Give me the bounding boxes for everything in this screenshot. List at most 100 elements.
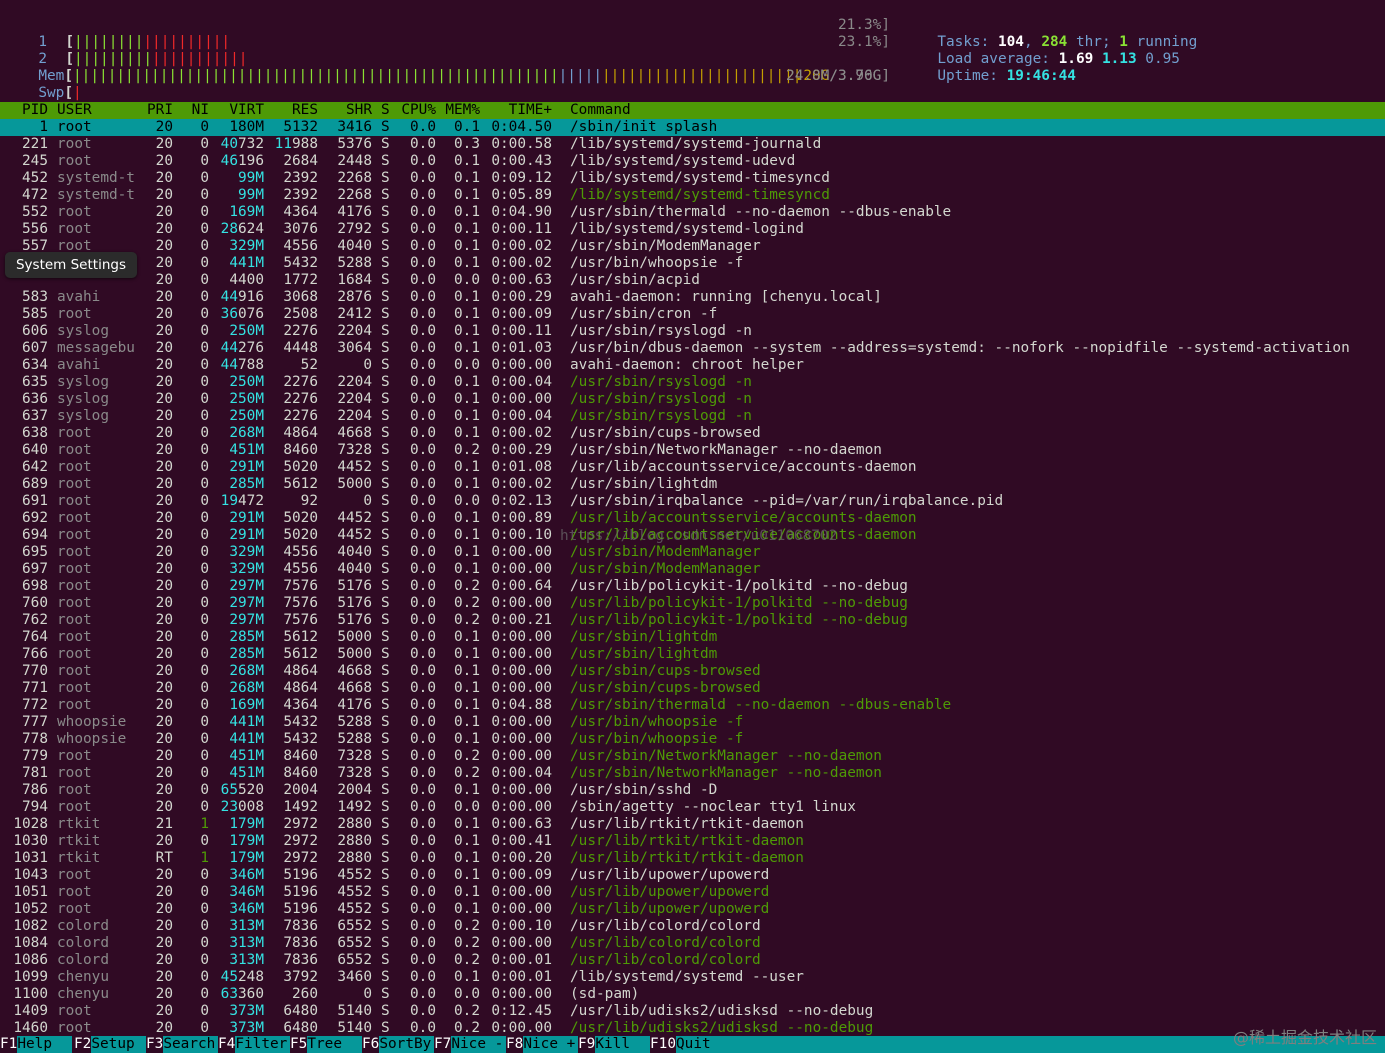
col-mem[interactable]: MEM% bbox=[440, 102, 480, 118]
process-row[interactable]: 691 root 20 0 19472 92 0 S 0.0 0.0 0:02.13/usr/sbi… bbox=[0, 493, 1385, 510]
process-row[interactable]: 1409 root 20 0 373M 6480 5140 S 0.0 0.2 0:12.45/us… bbox=[0, 1003, 1385, 1020]
process-row[interactable]: 1082 colord 20 0 313M 7836 6552 S 0.0 0.2 0:00.10 /… bbox=[0, 918, 1385, 935]
process-row[interactable]: 778 whoopsie 20 0 441M 5432 5288 S 0.0 0.1 0:00.00… bbox=[0, 731, 1385, 748]
col-user[interactable]: USER bbox=[57, 102, 92, 118]
process-row[interactable]: 1052 root 20 0 346M 5196 4552 S 0.0 0.1 0:00.00/us… bbox=[0, 901, 1385, 918]
cell-mem: 0.1 bbox=[454, 170, 480, 186]
process-row[interactable]: 1030 rtkit 20 0 179M 2972 2880 S 0.0 0.1 0:00.41/u… bbox=[0, 833, 1385, 850]
process-row[interactable]: 766 root 20 0 285M 5612 5000 S 0.0 0.1 0:00.00/usr… bbox=[0, 646, 1385, 663]
process-row[interactable]: 245 root 20 0 46196 2684 2448 S 0.0 0.1 0:00.43/li… bbox=[0, 153, 1385, 170]
process-row[interactable]: 607 messagebu 20 0 44276 4448 3064 S 0.0 0.1 0:01.… bbox=[0, 340, 1385, 357]
process-row[interactable]: 20 0 4400 1772 1684 S 0.0 0.0 0:00.63/usr/sbin/a… bbox=[0, 272, 1385, 289]
cell-res: 5020 bbox=[283, 527, 318, 543]
process-row[interactable]: 779 root 20 0 451M 8460 7328 S 0.0 0.2 0:00.00/usr… bbox=[0, 748, 1385, 765]
process-row[interactable]: 786 root 20 0 65520 2004 2004 S 0.0 0.1 0:00.00/us… bbox=[0, 782, 1385, 799]
process-row[interactable]: 552 root 20 0 169M 4364 4176 S 0.0 0.1 0:04.90/usr… bbox=[0, 204, 1385, 221]
cell-ni: 0 bbox=[200, 221, 209, 237]
col-cpu[interactable]: CPU% bbox=[396, 102, 436, 118]
process-row[interactable]: 1100 chenyu 20 0 63360 260 0 S 0.0 0.0 0:00.00 (sd-… bbox=[0, 986, 1385, 1003]
cell-command: /usr/sbin/lightdm bbox=[570, 646, 718, 662]
col-ni[interactable]: NI bbox=[180, 102, 209, 118]
process-row[interactable]: 1086 colord 20 0 313M 7836 6552 S 0.0 0.2 0:00.01 /… bbox=[0, 952, 1385, 969]
process-row[interactable]: 221 root 20 0 40732 11988 5376 S 0.0 0.3 0:00.58/l… bbox=[0, 136, 1385, 153]
process-row[interactable]: 772 root 20 0 169M 4364 4176 S 0.0 0.1 0:04.88/usr… bbox=[0, 697, 1385, 714]
process-row[interactable]: 777 whoopsie 20 0 441M 5432 5288 S 0.0 0.1 0:00.00… bbox=[0, 714, 1385, 731]
col-state[interactable]: S bbox=[381, 102, 390, 118]
cell-time: 0:00.00 bbox=[491, 595, 552, 611]
cell-cpu: 0.0 bbox=[410, 459, 436, 475]
cell-shr: 2204 bbox=[337, 391, 372, 407]
fkey-search[interactable]: F3Search bbox=[146, 1036, 218, 1053]
fkey-sortby[interactable]: F6SortBy bbox=[362, 1036, 434, 1053]
col-pri[interactable]: PRI bbox=[130, 102, 173, 118]
cell-cpu: 0.0 bbox=[410, 748, 436, 764]
col-res[interactable]: RES bbox=[268, 102, 318, 118]
cell-pid: 452 bbox=[22, 170, 48, 186]
process-row[interactable]: 697 root 20 0 329M 4556 4040 S 0.0 0.1 0:00.00/usr… bbox=[0, 561, 1385, 578]
col-pid[interactable]: PID bbox=[0, 102, 48, 118]
process-row[interactable]: 583 avahi 20 0 44916 3068 2876 S 0.0 0.1 0:00.29 av… bbox=[0, 289, 1385, 306]
process-row[interactable]: 472 systemd-t 20 0 99M 2392 2268 S 0.0 0.1 0:05.89… bbox=[0, 187, 1385, 204]
process-row-selected[interactable]: 1 root 20 0 180M 5132 3416 S 0.0 0.1 0:04.50/sbin/… bbox=[0, 119, 1385, 136]
cell-virt: 169M bbox=[229, 697, 264, 713]
cell-virt: 297M bbox=[229, 578, 264, 594]
process-row[interactable]: 1099 chenyu 20 0 45248 3792 3460 S 0.0 0.1 0:00.01… bbox=[0, 969, 1385, 986]
cell-cpu: 0.0 bbox=[410, 238, 436, 254]
process-row[interactable]: 556 root 20 0 28624 3076 2792 S 0.0 0.1 0:00.11/li… bbox=[0, 221, 1385, 238]
cell-res: 4864 bbox=[283, 425, 318, 441]
cell-res: 4556 bbox=[283, 561, 318, 577]
process-row[interactable]: 695 root 20 0 329M 4556 4040 S 0.0 0.1 0:00.00/usr… bbox=[0, 544, 1385, 561]
process-row[interactable]: 698 root 20 0 297M 7576 5176 S 0.0 0.2 0:00.64/usr… bbox=[0, 578, 1385, 595]
cell-ni: 0 bbox=[200, 340, 209, 356]
cell-cpu: 0.0 bbox=[410, 408, 436, 424]
process-row[interactable]: 770 root 20 0 268M 4864 4668 S 0.0 0.1 0:00.00/usr… bbox=[0, 663, 1385, 680]
process-row[interactable]: 585 root 20 0 36076 2508 2412 S 0.0 0.1 0:00.09/us… bbox=[0, 306, 1385, 323]
cell-ni: 0 bbox=[200, 442, 209, 458]
process-row[interactable]: 640 root 20 0 451M 8460 7328 S 0.0 0.2 0:00.29/usr… bbox=[0, 442, 1385, 459]
process-row[interactable]: 636 syslog 20 0 250M 2276 2204 S 0.0 0.1 0:00.00/u… bbox=[0, 391, 1385, 408]
process-row[interactable]: 764 root 20 0 285M 5612 5000 S 0.0 0.1 0:00.00/usr… bbox=[0, 629, 1385, 646]
process-row[interactable]: 1028 rtkit 21 1 179M 2972 2880 S 0.0 0.1 0:00.63/u… bbox=[0, 816, 1385, 833]
cell-pid: 636 bbox=[22, 391, 48, 407]
process-row[interactable]: 20 0 441M 5432 5288 S 0.0 0.1 0:00.02/usr/bin/wh… bbox=[0, 255, 1385, 272]
process-row[interactable]: 634 avahi 20 0 44788 52 0 S 0.0 0.0 0:00.00 avahi-d… bbox=[0, 357, 1385, 374]
process-row[interactable]: 1051 root 20 0 346M 5196 4552 S 0.0 0.1 0:00.00/us… bbox=[0, 884, 1385, 901]
col-virt[interactable]: VIRT bbox=[210, 102, 264, 118]
process-row[interactable]: 781 root 20 0 451M 8460 7328 S 0.0 0.2 0:00.04/usr… bbox=[0, 765, 1385, 782]
process-row[interactable]: 689 root 20 0 285M 5612 5000 S 0.0 0.1 0:00.02/usr… bbox=[0, 476, 1385, 493]
process-table-header[interactable]: PID USER PRI NI VIRT RES SHR S CPU% MEM%… bbox=[0, 102, 1385, 119]
process-row[interactable]: 638 root 20 0 268M 4864 4668 S 0.0 0.1 0:00.02/usr… bbox=[0, 425, 1385, 442]
process-row[interactable]: 771 root 20 0 268M 4864 4668 S 0.0 0.1 0:00.00/usr… bbox=[0, 680, 1385, 697]
cell-res: 7576 bbox=[283, 595, 318, 611]
process-row[interactable]: 557 root 20 0 329M 4556 4040 S 0.0 0.1 0:00.02/usr… bbox=[0, 238, 1385, 255]
process-row[interactable]: 760 root 20 0 297M 7576 5176 S 0.0 0.2 0:00.00/usr… bbox=[0, 595, 1385, 612]
process-row[interactable]: 794 root 20 0 23008 1492 1492 S 0.0 0.0 0:00.00/sb… bbox=[0, 799, 1385, 816]
fkey-nice[interactable]: F7Nice - bbox=[434, 1036, 506, 1053]
process-row[interactable]: 762 root 20 0 297M 7576 5176 S 0.0 0.2 0:00.21/usr… bbox=[0, 612, 1385, 629]
process-row[interactable]: 692 root 20 0 291M 5020 4452 S 0.0 0.1 0:00.89/usr… bbox=[0, 510, 1385, 527]
process-row[interactable]: 1084 colord 20 0 313M 7836 6552 S 0.0 0.2 0:00.00 /… bbox=[0, 935, 1385, 952]
process-row[interactable]: 452 systemd-t 20 0 99M 2392 2268 S 0.0 0.1 0:09.12… bbox=[0, 170, 1385, 187]
fkey-nice[interactable]: F8Nice + bbox=[506, 1036, 578, 1053]
col-command[interactable]: Command bbox=[570, 102, 631, 118]
cell-cpu: 0.0 bbox=[410, 663, 436, 679]
cell-command: /usr/lib/upower/upowerd bbox=[570, 901, 770, 917]
process-row[interactable]: 1460 root 20 0 373M 6480 5140 S 0.0 0.2 0:00.00/us… bbox=[0, 1020, 1385, 1037]
col-time[interactable]: TIME+ bbox=[488, 102, 552, 118]
cell-time: 0:00.00 bbox=[491, 884, 552, 900]
process-row[interactable]: 635 syslog 20 0 250M 2276 2204 S 0.0 0.1 0:00.04/u… bbox=[0, 374, 1385, 391]
cell-pid: 472 bbox=[22, 187, 48, 203]
process-row[interactable]: 1031 rtkit RT 1 179M 2972 2880 S 0.0 0.1 0:00.20/u… bbox=[0, 850, 1385, 867]
cell-res: 2392 bbox=[283, 170, 318, 186]
process-row[interactable]: 637 syslog 20 0 250M 2276 2204 S 0.0 0.1 0:00.04/u… bbox=[0, 408, 1385, 425]
col-shr[interactable]: SHR bbox=[322, 102, 372, 118]
fkey-filter[interactable]: F4Filter bbox=[218, 1036, 290, 1053]
cell-pri: RT bbox=[155, 850, 173, 866]
process-row[interactable]: 606 syslog 20 0 250M 2276 2204 S 0.0 0.1 0:00.11/u… bbox=[0, 323, 1385, 340]
fkey-tree[interactable]: F5Tree bbox=[290, 1036, 362, 1053]
process-row[interactable]: 1043 root 20 0 346M 5196 4552 S 0.0 0.1 0:00.09/us… bbox=[0, 867, 1385, 884]
process-row[interactable]: 642 root 20 0 291M 5020 4452 S 0.0 0.1 0:01.08/usr… bbox=[0, 459, 1385, 476]
fkey-help[interactable]: F1Help bbox=[0, 1036, 72, 1053]
fkey-kill[interactable]: F9Kill bbox=[578, 1036, 650, 1053]
fkey-setup[interactable]: F2Setup bbox=[74, 1036, 146, 1053]
